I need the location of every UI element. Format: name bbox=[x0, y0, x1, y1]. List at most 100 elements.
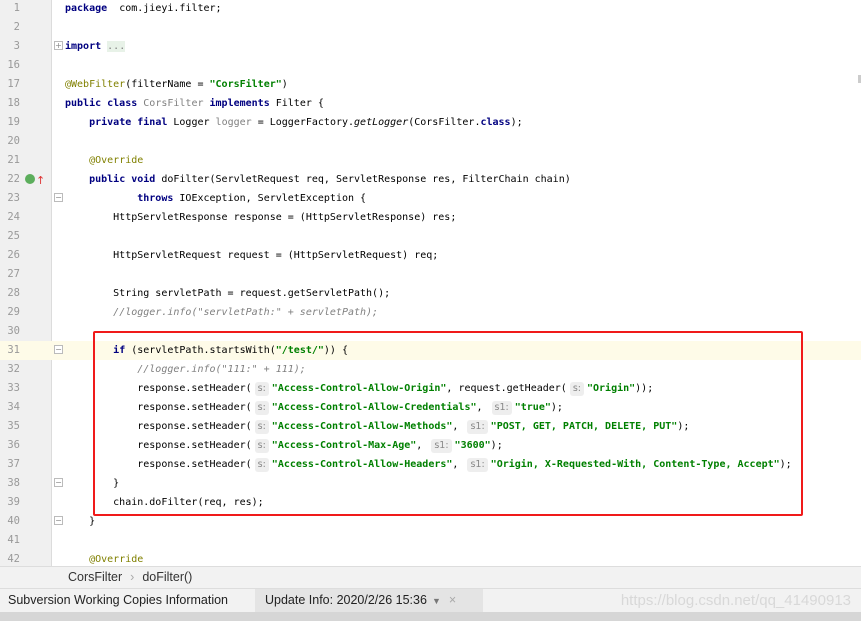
code-text: (servletPath.startsWith( bbox=[125, 345, 276, 356]
string-literal: "/test/" bbox=[275, 345, 324, 356]
string-literal: "Access-Control-Max-Age" bbox=[271, 440, 417, 451]
line-number: 41 bbox=[7, 534, 20, 546]
expand-fold-icon[interactable]: + bbox=[54, 41, 63, 50]
annotation: @Override bbox=[89, 155, 144, 166]
code-line[interactable]: 37 response.setHeader(s: "Access-Control-… bbox=[0, 455, 861, 474]
code-text: , request.getHeader( bbox=[446, 383, 567, 394]
line-number: 26 bbox=[7, 249, 20, 261]
line-number: 27 bbox=[7, 268, 20, 280]
code-line[interactable]: 24 HttpServletResponse response = (HttpS… bbox=[0, 208, 861, 227]
code-content: response.setHeader(s: "Access-Control-All… bbox=[65, 398, 563, 417]
code-text: Filter { bbox=[275, 98, 324, 109]
code-content: response.setHeader(s: "Access-Control-All… bbox=[65, 379, 653, 398]
code-text: } bbox=[65, 516, 96, 527]
line-number: 42 bbox=[7, 553, 20, 565]
code-line[interactable]: 23 − throws IOException, ServletException… bbox=[0, 189, 861, 208]
implements-method-icon[interactable] bbox=[25, 174, 35, 184]
code-editor[interactable]: 1 package com.jieyi.filter; 2 3 + import ... 1… bbox=[0, 0, 861, 566]
code-line[interactable]: 1 package com.jieyi.filter; bbox=[0, 0, 861, 18]
collapse-fold-icon[interactable]: − bbox=[54, 516, 63, 525]
code-content: private final Logger logger = LoggerFact… bbox=[65, 113, 523, 132]
code-content: } bbox=[65, 474, 119, 493]
breadcrumb-method[interactable]: doFilter() bbox=[142, 570, 192, 584]
string-literal: "Access-Control-Allow-Headers" bbox=[271, 459, 453, 470]
override-arrow-icon[interactable]: ↑ bbox=[36, 171, 45, 190]
code-line[interactable]: 29 //logger.info("servletPath:" + servle… bbox=[0, 303, 861, 322]
line-number: 34 bbox=[7, 401, 20, 413]
code-line[interactable]: 35 response.setHeader(s: "Access-Control-… bbox=[0, 417, 861, 436]
code-text: IOException, ServletException { bbox=[179, 193, 367, 204]
line-number: 21 bbox=[7, 154, 20, 166]
code-line[interactable]: 30 bbox=[0, 322, 861, 341]
status-strip bbox=[0, 612, 861, 621]
code-line[interactable]: 2 bbox=[0, 18, 861, 37]
code-text: ); bbox=[490, 440, 503, 451]
close-icon[interactable]: × bbox=[449, 593, 456, 607]
line-number: 23 bbox=[7, 192, 20, 204]
code-line[interactable]: 28 String servletPath = request.getServl… bbox=[0, 284, 861, 303]
string-literal: "Access-Control-Allow-Origin" bbox=[271, 383, 447, 394]
code-line[interactable]: 25 bbox=[0, 227, 861, 246]
code-line[interactable]: 38 − } bbox=[0, 474, 861, 493]
code-line[interactable]: 3 + import ... bbox=[0, 37, 861, 56]
breadcrumb-separator: › bbox=[130, 570, 135, 584]
line-number: 18 bbox=[7, 97, 20, 109]
keyword: import bbox=[65, 41, 102, 52]
code-line[interactable]: 33 response.setHeader(s: "Access-Control-… bbox=[0, 379, 861, 398]
code-text: = LoggerFactory. bbox=[251, 117, 355, 128]
line-number: 36 bbox=[7, 439, 20, 451]
code-line[interactable]: 18 public class CorsFilter implements Fil… bbox=[0, 94, 861, 113]
code-text: , bbox=[452, 421, 465, 432]
code-content: response.setHeader(s: "Access-Control-All… bbox=[65, 417, 689, 436]
code-line[interactable]: 21 @Override bbox=[0, 151, 861, 170]
code-line[interactable]: 26 HttpServletRequest request = (HttpSer… bbox=[0, 246, 861, 265]
comment: //logger.info("111:" + 111); bbox=[137, 364, 306, 375]
code-content: @Override bbox=[65, 550, 143, 566]
breadcrumb: CorsFilter › doFilter() bbox=[0, 566, 861, 588]
collapse-fold-icon[interactable]: − bbox=[54, 478, 63, 487]
code-line[interactable]: 42 @Override bbox=[0, 550, 861, 566]
code-line[interactable]: 22 ↑ public void doFilter(ServletRequest … bbox=[0, 170, 861, 189]
code-content: @Override bbox=[65, 151, 143, 170]
code-line[interactable]: 40 − } bbox=[0, 512, 861, 531]
code-line[interactable]: 19 private final Logger logger = LoggerF… bbox=[0, 113, 861, 132]
string-literal: "Origin, X-Requested-With, Content-Type,… bbox=[490, 459, 780, 470]
keyword: if bbox=[113, 345, 126, 356]
code-line[interactable]: 17 @WebFilter(filterName = "CorsFilter") bbox=[0, 75, 861, 94]
dropdown-icon[interactable]: ▼ bbox=[432, 596, 441, 606]
code-line[interactable]: 41 bbox=[0, 531, 861, 550]
code-line[interactable]: 39 chain.doFilter(req, res); bbox=[0, 493, 861, 512]
code-content: String servletPath = request.getServletP… bbox=[65, 284, 390, 303]
annotation: @Override bbox=[89, 554, 144, 565]
code-line[interactable]: 31 − if (servletPath.startsWith("/test/")… bbox=[0, 341, 861, 360]
code-line[interactable]: 36 response.setHeader(s: "Access-Control-… bbox=[0, 436, 861, 455]
code-line[interactable]: 20 bbox=[0, 132, 861, 151]
code-line[interactable]: 27 bbox=[0, 265, 861, 284]
line-number: 38 bbox=[7, 477, 20, 489]
comment: //logger.info("servletPath:" + servletPa… bbox=[113, 307, 379, 318]
breadcrumb-class[interactable]: CorsFilter bbox=[68, 570, 122, 584]
code-line[interactable]: 32 //logger.info("111:" + 111); bbox=[0, 360, 861, 379]
code-text: response.setHeader( bbox=[65, 459, 252, 470]
keyword: public class bbox=[65, 98, 144, 109]
tab-subversion-info[interactable]: Subversion Working Copies Information bbox=[0, 589, 236, 613]
parameter-hint: s1: bbox=[431, 439, 452, 453]
code-text: com.jieyi.filter; bbox=[107, 3, 222, 14]
code-line[interactable]: 16 bbox=[0, 56, 861, 75]
collapse-fold-icon[interactable]: − bbox=[54, 193, 63, 202]
line-number: 19 bbox=[7, 116, 20, 128]
line-number: 25 bbox=[7, 230, 20, 242]
tab-update-info[interactable]: Update Info: 2020/2/26 15:36 ▼ × bbox=[255, 589, 483, 613]
collapse-fold-icon[interactable]: − bbox=[54, 345, 63, 354]
string-literal: "CorsFilter" bbox=[209, 79, 282, 90]
tool-window-tabs: Subversion Working Copies Information Up… bbox=[0, 588, 861, 613]
code-line[interactable]: 34 response.setHeader(s: "Access-Control-… bbox=[0, 398, 861, 417]
parameter-hint: s: bbox=[254, 382, 269, 396]
